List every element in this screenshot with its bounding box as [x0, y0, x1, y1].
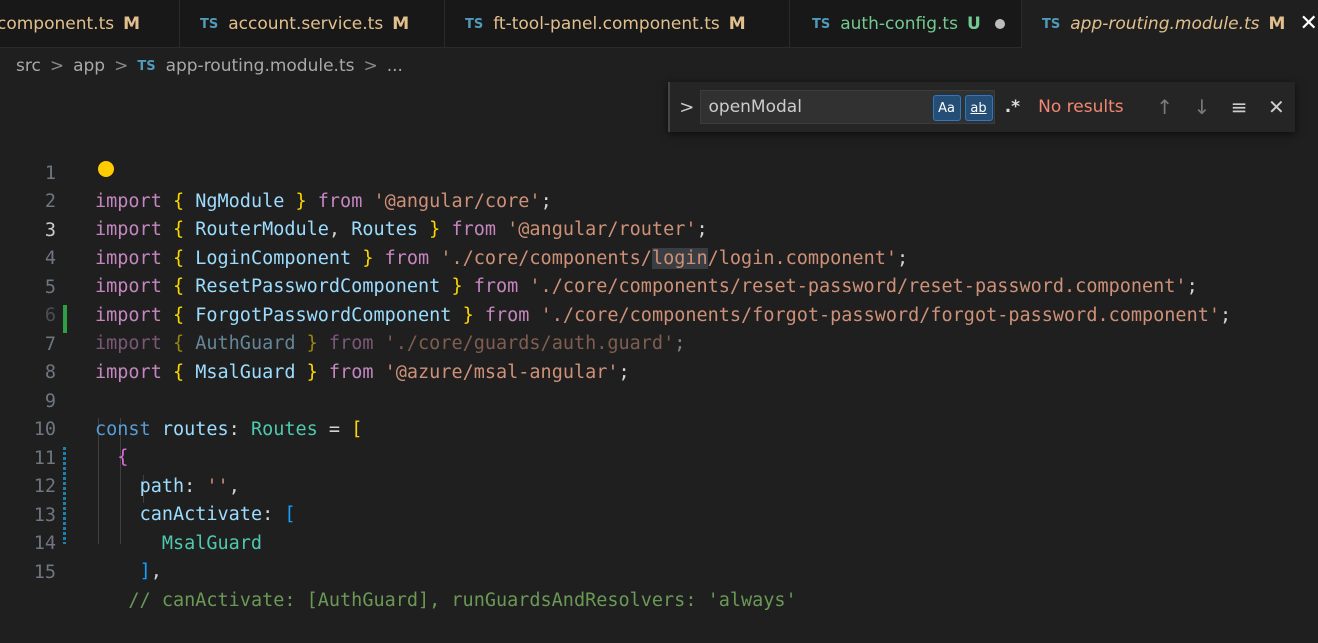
code-line: 15 // canActivate: [AuthGuard], runGuard… — [0, 531, 1318, 611]
typescript-icon: TS — [200, 16, 219, 32]
code-line: 12 canActivate: [ — [0, 445, 1318, 525]
code-line: 10 { — [0, 388, 1318, 468]
code-line: 4 import { ResetPasswordComponent } from… — [0, 217, 1318, 297]
chevron-right-icon: > — [363, 56, 378, 76]
code-line: 7 import { MsalGuard } from '@azure/msal… — [0, 303, 1318, 383]
match-case-toggle[interactable]: Aa — [932, 95, 961, 121]
tab-label: component.ts — [0, 14, 115, 34]
close-icon[interactable]: ✕ — [1258, 95, 1295, 119]
tab-app-routing-module[interactable]: TS app-routing.module.ts M ✕ — [1022, 0, 1318, 48]
tab-ft-tool-panel[interactable]: TS ft-tool-panel.component.ts M — [445, 0, 790, 48]
tab-account-service[interactable]: TS account.service.ts M — [180, 0, 445, 48]
code-line-unused: 6 import { AuthGuard } from './core/guar… — [0, 274, 1318, 354]
editor-tab-bar: component.ts M TS account.service.ts M T… — [0, 0, 1318, 48]
find-in-selection-icon[interactable]: ≡ — [1221, 95, 1258, 119]
breadcrumb-item-file[interactable]: app-routing.module.ts — [166, 56, 355, 76]
typescript-icon: TS — [137, 58, 156, 74]
code-line: 13 MsalGuard — [0, 474, 1318, 554]
code-line: 9 const routes: Routes = [ — [0, 360, 1318, 440]
arrow-up-icon[interactable]: ↑ — [1146, 95, 1183, 119]
find-widget: > Aa ab .* No results ↑ ↓ ≡ ✕ — [668, 82, 1295, 132]
breadcrumb-item-app[interactable]: app — [73, 56, 105, 76]
tab-label: ft-tool-panel.component.ts — [493, 14, 720, 34]
tab-label: app-routing.module.ts — [1070, 14, 1260, 34]
code-editor[interactable]: 1 import { NgModule } from '@angular/cor… — [0, 84, 1318, 611]
code-line: 3 import { LoginComponent } from './core… — [0, 189, 1318, 269]
regex-toggle[interactable]: .* — [999, 94, 1026, 120]
tab-auth-config[interactable]: TS auth-config.ts U — [790, 0, 1022, 48]
whole-word-toggle[interactable]: ab — [964, 95, 993, 121]
breadcrumb-item-symbols[interactable]: ... — [387, 56, 403, 76]
code-line: 2 import { RouterModule, Routes } from '… — [0, 160, 1318, 240]
find-input-box: Aa ab — [699, 90, 995, 124]
tab-label: account.service.ts — [228, 14, 384, 34]
breadcrumb: src > app > TS app-routing.module.ts > .… — [0, 48, 1318, 84]
git-status-badge: U — [966, 14, 981, 34]
git-status-badge: M — [392, 14, 410, 34]
code-line: 11 path: '', — [0, 417, 1318, 497]
git-status-badge: M — [728, 14, 746, 34]
tab-label: auth-config.ts — [840, 14, 958, 34]
code-line: 5 import { ForgotPasswordComponent } fro… — [0, 246, 1318, 326]
line-number: 15 — [33, 562, 56, 583]
typescript-icon: TS — [465, 16, 484, 32]
tab-component-ts[interactable]: component.ts M — [0, 0, 180, 48]
code-line: 1 import { NgModule } from '@angular/cor… — [0, 132, 1318, 212]
git-status-badge: M — [1268, 14, 1286, 34]
code-line: 8 — [0, 331, 1318, 383]
find-input[interactable] — [700, 96, 931, 118]
git-status-badge: M — [123, 14, 141, 34]
chevron-right-icon[interactable]: > — [674, 97, 700, 118]
find-result-count: No results — [1038, 97, 1124, 117]
code-line: 14 ], — [0, 502, 1318, 582]
close-icon[interactable]: ✕ — [1299, 13, 1317, 35]
chevron-right-icon: > — [114, 56, 129, 76]
unsaved-dot-icon[interactable] — [994, 19, 1005, 29]
typescript-icon: TS — [1042, 16, 1061, 32]
typescript-icon: TS — [812, 16, 831, 32]
arrow-down-icon[interactable]: ↓ — [1183, 95, 1220, 119]
chevron-right-icon: > — [49, 56, 65, 76]
breadcrumb-item-src[interactable]: src — [16, 56, 41, 76]
